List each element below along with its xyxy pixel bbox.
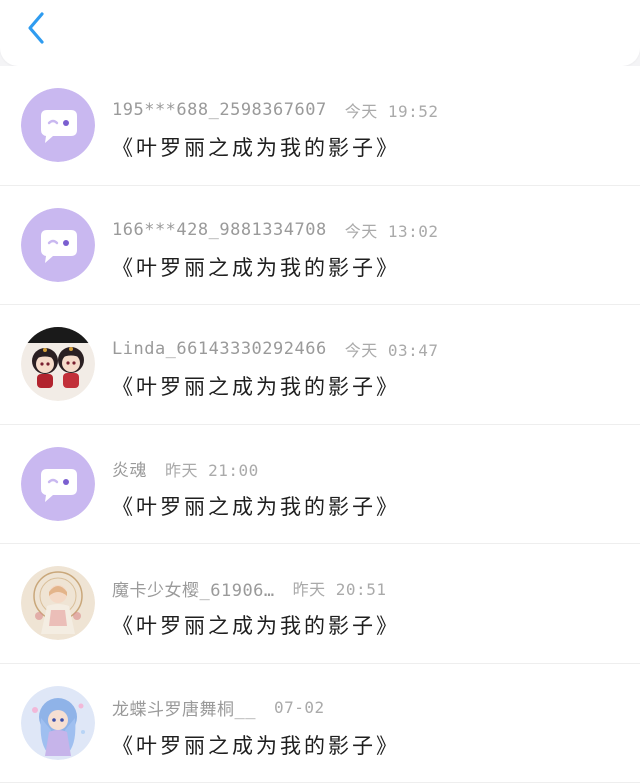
default-chat-bubble-avatar[interactable] — [21, 208, 95, 282]
list-item[interactable]: Linda_66143330292466 今天 03:47 《叶罗丽之成为我的影… — [0, 305, 640, 425]
timestamp: 07-02 — [274, 698, 325, 717]
timestamp: 昨天 21:00 — [165, 457, 259, 481]
timestamp: 今天 03:47 — [345, 337, 439, 361]
list-item[interactable]: 166***428_9881334708 今天 13:02 《叶罗丽之成为我的影… — [0, 186, 640, 306]
message-content: 《叶罗丽之成为我的影子》 — [112, 252, 400, 282]
fairy-anime-girl-avatar[interactable] — [21, 566, 95, 640]
message-meta: 166***428_9881334708 今天 13:02 — [112, 218, 439, 242]
timestamp: 今天 19:52 — [345, 98, 439, 122]
default-chat-bubble-avatar[interactable] — [21, 447, 95, 521]
username: 炎魂 — [112, 456, 147, 481]
message-meta: Linda_66143330292466 今天 03:47 — [112, 337, 439, 361]
message-content: 《叶罗丽之成为我的影子》 — [112, 491, 400, 521]
username: 魔卡少女樱_61906… — [112, 576, 275, 601]
blue-haired-anime-girl-avatar[interactable] — [21, 686, 95, 760]
message-meta: 195***688_2598367607 今天 19:52 — [112, 98, 439, 122]
message-content: 《叶罗丽之成为我的影子》 — [112, 730, 400, 760]
username: 166***428_9881334708 — [112, 220, 327, 240]
message-list: 195***688_2598367607 今天 19:52 《叶罗丽之成为我的影… — [0, 66, 640, 783]
timestamp: 昨天 20:51 — [293, 576, 387, 600]
list-item[interactable]: 炎魂 昨天 21:00 《叶罗丽之成为我的影子》 — [0, 425, 640, 545]
message-content: 《叶罗丽之成为我的影子》 — [112, 132, 400, 162]
timestamp: 今天 13:02 — [345, 218, 439, 242]
list-item[interactable]: 195***688_2598367607 今天 19:52 《叶罗丽之成为我的影… — [0, 66, 640, 186]
username: 龙蝶斗罗唐舞桐__ — [112, 695, 256, 720]
message-meta: 龙蝶斗罗唐舞桐__ 07-02 — [112, 696, 325, 720]
chevron-left-icon — [26, 11, 46, 49]
list-item[interactable]: 魔卡少女樱_61906… 昨天 20:51 《叶罗丽之成为我的影子》 — [0, 544, 640, 664]
username: Linda_66143330292466 — [112, 339, 327, 359]
top-bar — [0, 0, 640, 66]
two-anime-girls-avatar[interactable] — [21, 327, 95, 401]
back-button[interactable] — [18, 10, 54, 50]
default-chat-bubble-avatar[interactable] — [21, 88, 95, 162]
message-meta: 魔卡少女樱_61906… 昨天 20:51 — [112, 576, 386, 600]
message-meta: 炎魂 昨天 21:00 — [112, 457, 259, 481]
list-item[interactable]: 龙蝶斗罗唐舞桐__ 07-02 《叶罗丽之成为我的影子》 — [0, 664, 640, 783]
username: 195***688_2598367607 — [112, 100, 327, 120]
message-content: 《叶罗丽之成为我的影子》 — [112, 610, 400, 640]
message-content: 《叶罗丽之成为我的影子》 — [112, 371, 400, 401]
